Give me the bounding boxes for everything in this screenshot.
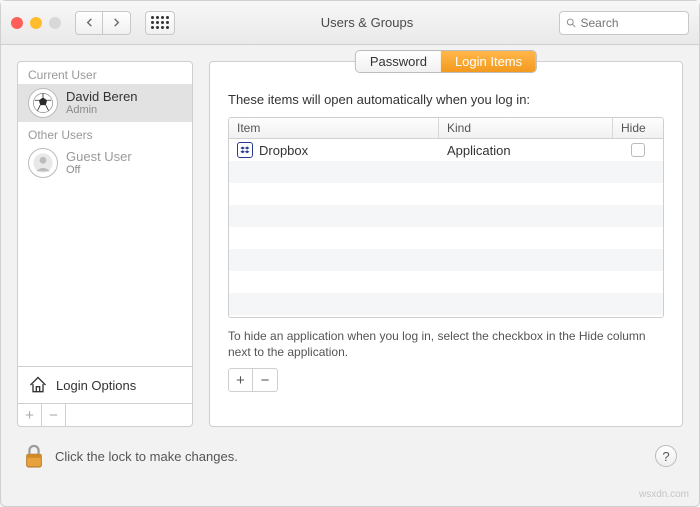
search-icon [566,17,577,29]
table-header: Item Kind Hide [229,118,663,139]
item-name: Dropbox [259,143,308,158]
lock-text: Click the lock to make changes. [55,449,645,464]
user-name: David Beren [66,90,138,104]
help-button[interactable]: ? [655,445,677,467]
avatar [28,88,58,118]
tab-password[interactable]: Password [356,51,441,72]
current-user-label: Current User [18,62,192,84]
login-options-button[interactable]: Login Options [18,366,192,403]
add-user-button[interactable]: + [18,404,42,426]
user-role: Off [66,164,132,176]
col-hide[interactable]: Hide [613,118,663,138]
chevron-right-icon [112,18,121,27]
sidebar-add-remove: + − [18,403,192,426]
forward-button[interactable] [103,11,131,35]
soccer-ball-icon [32,92,54,114]
col-kind[interactable]: Kind [439,118,613,138]
hide-checkbox[interactable] [631,143,645,157]
house-icon [28,375,48,395]
user-name: Guest User [66,150,132,164]
user-row-guest[interactable]: Guest User Off [18,144,192,182]
dropbox-icon [237,142,253,158]
col-item[interactable]: Item [229,118,439,138]
login-items-table: Item Kind Hide Dropbox Application [228,117,664,318]
login-options-label: Login Options [56,378,136,393]
table-body: Dropbox Application [229,139,663,317]
chevron-left-icon [85,18,94,27]
tab-bar: Password Login Items [355,50,537,73]
zoom-window-button[interactable] [49,17,61,29]
user-row-current[interactable]: David Beren Admin [18,84,192,122]
main-panel: Password Login Items These items will op… [209,61,683,427]
add-item-button[interactable]: + [229,369,253,391]
back-button[interactable] [75,11,103,35]
avatar [28,148,58,178]
content-panel: Current User David Beren Admin Other Use… [1,45,699,443]
watermark: wsxdn.com [639,489,689,500]
titlebar: Users & Groups [1,1,699,45]
table-row[interactable]: Dropbox Application [229,139,663,161]
grid-icon [151,16,169,29]
hide-hint: To hide an application when you log in, … [228,328,664,360]
lock-icon[interactable] [23,443,45,469]
footer: Click the lock to make changes. ? [1,443,699,483]
other-users-label: Other Users [18,122,192,144]
minimize-window-button[interactable] [30,17,42,29]
item-kind: Application [439,143,613,158]
remove-user-button[interactable]: − [42,404,66,426]
remove-item-button[interactable]: − [253,369,277,391]
nav-buttons [75,11,131,35]
window-title: Users & Groups [183,15,551,30]
guest-user-icon [32,152,54,174]
login-items-description: These items will open automatically when… [228,92,664,107]
close-window-button[interactable] [11,17,23,29]
show-all-button[interactable] [145,11,175,35]
search-input[interactable] [581,16,683,30]
user-role: Admin [66,104,138,116]
search-field[interactable] [559,11,689,35]
users-sidebar: Current User David Beren Admin Other Use… [17,61,193,427]
items-add-remove: + − [228,368,278,392]
tab-login-items[interactable]: Login Items [441,51,536,72]
window-controls [11,17,61,29]
